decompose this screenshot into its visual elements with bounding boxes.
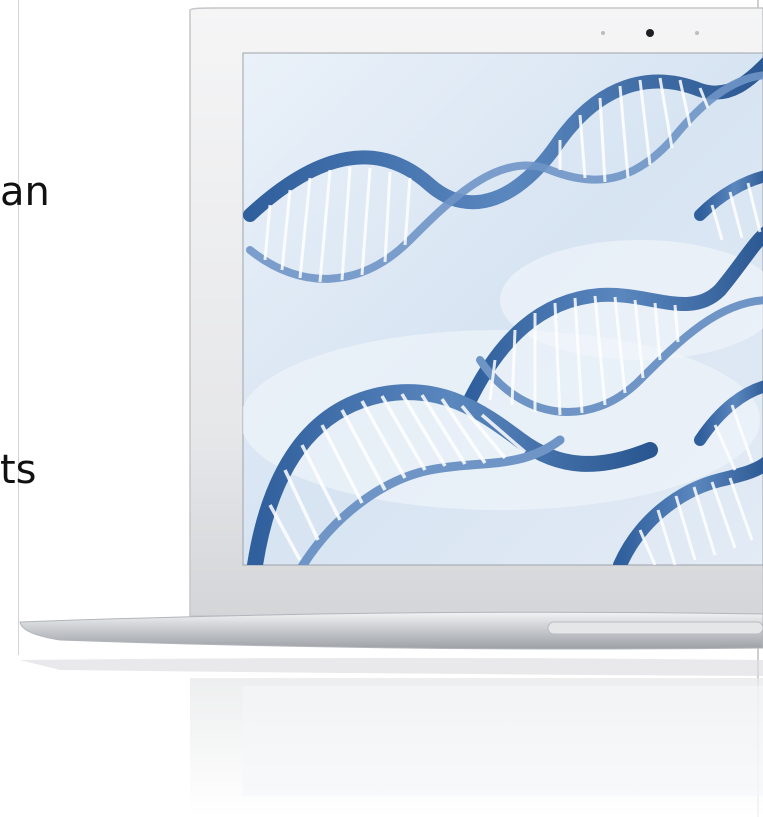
laptop-hinge [547,621,763,635]
base-reflection [20,658,763,676]
camera-icon [646,29,654,37]
screen-reflection [243,686,763,796]
sensor-dot-left [601,31,605,35]
sensor-dot-right [695,31,699,35]
laptop-illustration [19,7,763,817]
